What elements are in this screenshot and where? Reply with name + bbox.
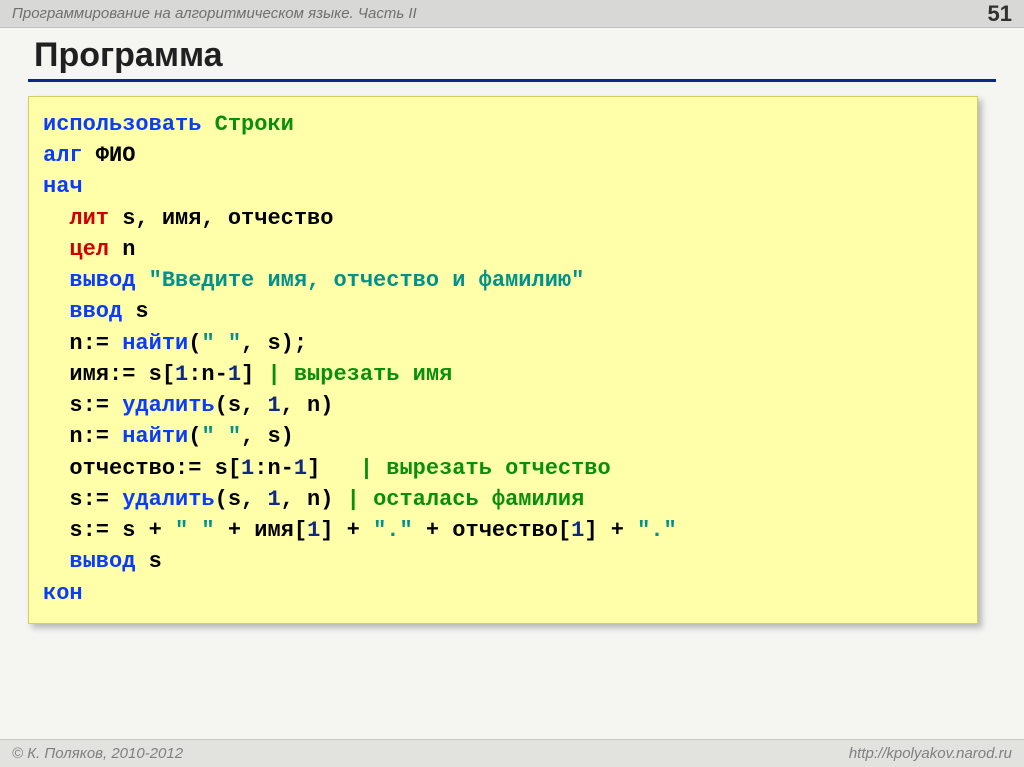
alg-name: ФИО (83, 143, 136, 168)
t: :n- (254, 456, 294, 481)
space-str3: " " (175, 518, 215, 543)
assign-patronymic: отчество:= s[ (43, 456, 241, 481)
p: , n) (281, 393, 334, 418)
content-area: Программа использовать Строки алг ФИО на… (0, 28, 1024, 624)
concat-c: ] + (320, 518, 373, 543)
kw-output2: вывод (69, 549, 135, 574)
t: ] (241, 362, 267, 387)
num: 1 (267, 393, 280, 418)
p: , n) (281, 487, 347, 512)
kw-begin: нач (43, 174, 83, 199)
dot-str1: "." (373, 518, 413, 543)
kw-alg: алг (43, 143, 83, 168)
module-name: Строки (215, 112, 294, 137)
num: 1 (175, 362, 188, 387)
input-var: s (122, 299, 148, 324)
space-str1: " " (201, 331, 241, 356)
title-underline (28, 79, 996, 82)
fn-find1: найти (122, 331, 188, 356)
num: 1 (228, 362, 241, 387)
kw-output: вывод (69, 268, 135, 293)
footer-url: http://kpolyakov.narod.ru (849, 745, 1012, 762)
p: , s); (241, 331, 307, 356)
kw-end: кон (43, 581, 83, 606)
t: :n- (188, 362, 228, 387)
comment-surname-left: | осталась фамилия (347, 487, 585, 512)
num: 1 (307, 518, 320, 543)
concat-a: s:= s + (43, 518, 175, 543)
header-title: Программирование на алгоритмическом язык… (12, 5, 417, 22)
t: ] (307, 456, 360, 481)
num: 1 (241, 456, 254, 481)
space-str2: " " (201, 424, 241, 449)
assign-n1: n:= (43, 331, 122, 356)
slide-title: Программа (28, 36, 996, 75)
concat-d: + отчество[ (413, 518, 571, 543)
kw-int: цел (69, 237, 109, 262)
header-bar: Программирование на алгоритмическом язык… (0, 0, 1024, 28)
p: ( (188, 331, 201, 356)
assign-s1: s:= (43, 393, 122, 418)
lit-vars: s, имя, отчество (109, 206, 333, 231)
int-vars: n (109, 237, 135, 262)
comment-cut-name: | вырезать имя (267, 362, 452, 387)
assign-s2: s:= (43, 487, 122, 512)
assign-name: имя:= s[ (43, 362, 175, 387)
p: (s, (215, 393, 268, 418)
footer-copyright: © К. Поляков, 2010-2012 (12, 745, 183, 762)
p: ( (188, 424, 201, 449)
fn-delete1: удалить (122, 393, 214, 418)
kw-use: использовать (43, 112, 201, 137)
kw-lit: лит (69, 206, 109, 231)
p: , s) (241, 424, 294, 449)
num: 1 (571, 518, 584, 543)
num: 1 (294, 456, 307, 481)
dot-str2: "." (637, 518, 677, 543)
page-number: 51 (988, 1, 1012, 27)
kw-input: ввод (69, 299, 122, 324)
fn-find2: найти (122, 424, 188, 449)
output-var: s (135, 549, 161, 574)
assign-n2: n:= (43, 424, 122, 449)
sp (135, 268, 148, 293)
prompt-string: "Введите имя, отчество и фамилию" (149, 268, 585, 293)
num: 1 (267, 487, 280, 512)
comment-cut-patronymic: | вырезать отчество (360, 456, 611, 481)
fn-delete2: удалить (122, 487, 214, 512)
p: (s, (215, 487, 268, 512)
concat-e: ] + (584, 518, 637, 543)
code-block: использовать Строки алг ФИО нач лит s, и… (28, 96, 978, 624)
concat-b: + имя[ (215, 518, 307, 543)
footer-bar: © К. Поляков, 2010-2012 http://kpolyakov… (0, 739, 1024, 767)
